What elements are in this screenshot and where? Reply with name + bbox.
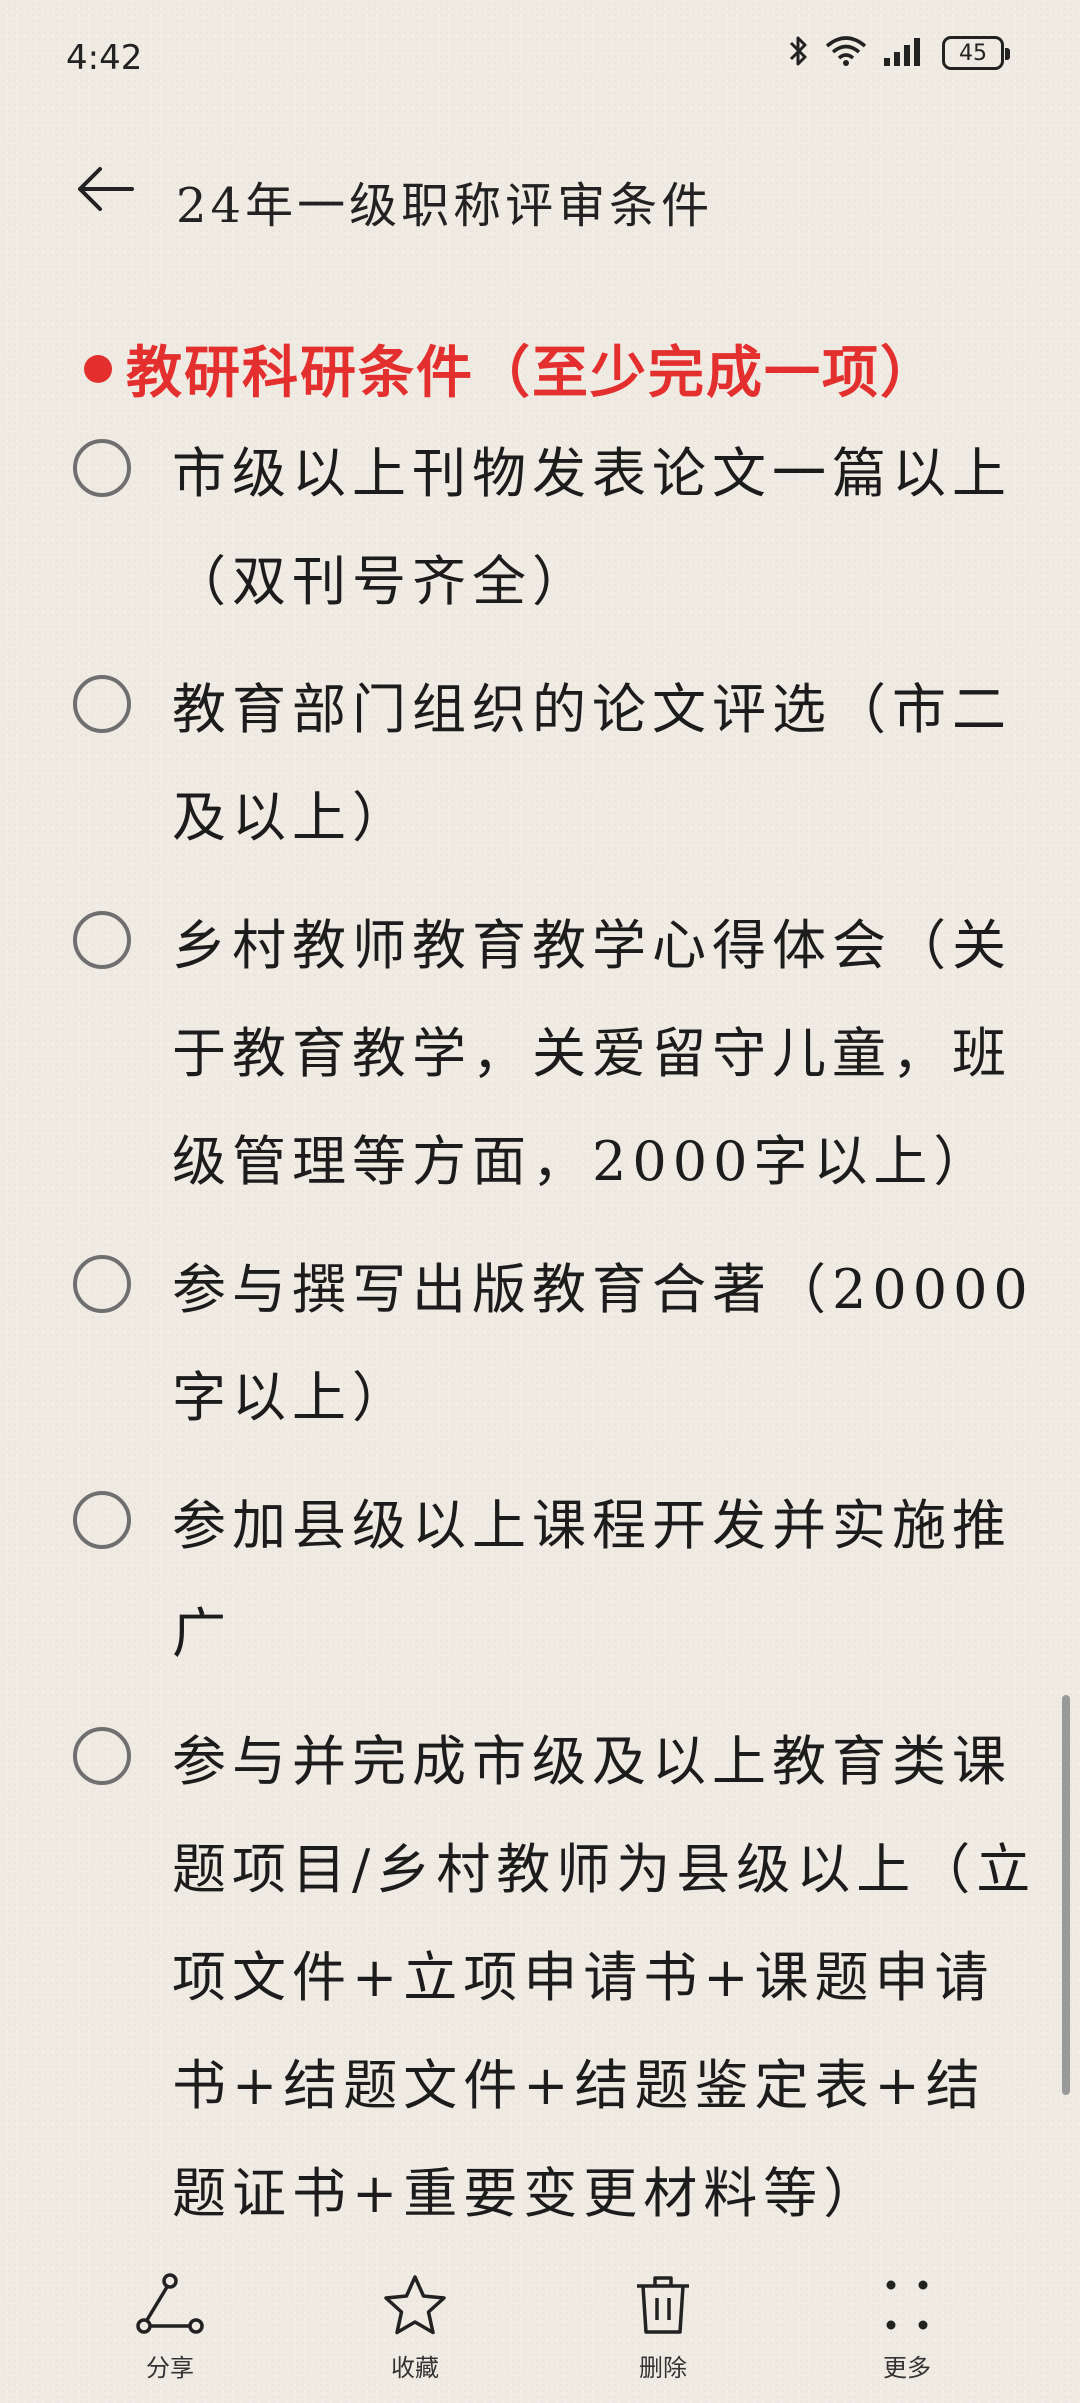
- todo-item: 教育部门组织的论文评选（市二及以上）: [0, 656, 1080, 872]
- trash-icon: [633, 2270, 693, 2340]
- more-button[interactable]: 更多: [827, 2270, 987, 2383]
- back-arrow-icon: [74, 163, 136, 219]
- section-heading: 教研科研条件（至少完成一项）: [84, 328, 938, 409]
- bottom-toolbar: 分享 收藏 删除 更多: [0, 2240, 1080, 2403]
- checkbox-circle-icon[interactable]: [73, 1491, 131, 1549]
- checkbox-circle-icon[interactable]: [73, 1255, 131, 1313]
- signal-icon: [882, 34, 928, 72]
- checkbox-circle-icon[interactable]: [73, 439, 131, 497]
- favorite-button[interactable]: 收藏: [335, 2270, 495, 2383]
- todo-text[interactable]: 参与撰写出版教育合著（20000字以上）: [172, 1236, 1040, 1452]
- todo-list: 市级以上刊物发表论文一篇以上（双刊号齐全） 教育部门组织的论文评选（市二及以上）…: [0, 420, 1080, 2268]
- todo-item: 市级以上刊物发表论文一篇以上（双刊号齐全）: [0, 420, 1080, 636]
- battery-level: 45: [959, 40, 987, 66]
- status-time: 4:42: [66, 38, 143, 78]
- favorite-label: 收藏: [391, 2354, 439, 2382]
- todo-text[interactable]: 参与并完成市级及以上教育类课题项目/乡村教师为县级以上（立项文件+立项申请书+课…: [172, 1708, 1040, 2248]
- checkbox-circle-icon[interactable]: [73, 675, 131, 733]
- delete-label: 删除: [639, 2354, 687, 2382]
- wifi-icon: [824, 34, 868, 72]
- header: 24年一级职称评审条件: [0, 150, 1080, 250]
- checkbox-circle-icon[interactable]: [73, 1727, 131, 1785]
- scrollbar[interactable]: [1062, 1695, 1070, 2095]
- checkbox-circle-icon[interactable]: [73, 911, 131, 969]
- todo-text[interactable]: 市级以上刊物发表论文一篇以上（双刊号齐全）: [172, 420, 1040, 636]
- more-label: 更多: [883, 2354, 931, 2382]
- share-icon: [135, 2270, 205, 2340]
- status-bar: 4:42 45: [0, 0, 1080, 110]
- todo-item: 参与撰写出版教育合著（20000字以上）: [0, 1236, 1080, 1452]
- bluetooth-icon: [788, 34, 810, 72]
- battery-icon: 45: [942, 36, 1010, 70]
- todo-text[interactable]: 教育部门组织的论文评选（市二及以上）: [172, 656, 1040, 872]
- more-icon: [881, 2270, 933, 2340]
- todo-text[interactable]: 参加县级以上课程开发并实施推广: [172, 1472, 1040, 1688]
- delete-button[interactable]: 删除: [583, 2270, 743, 2383]
- todo-item: 乡村教师教育教学心得体会（关于教育教学，关爱留守儿童，班级管理等方面，2000字…: [0, 892, 1080, 1216]
- red-dot-icon: [84, 354, 112, 383]
- back-button[interactable]: [70, 156, 140, 226]
- todo-item: 参加县级以上课程开发并实施推广: [0, 1472, 1080, 1688]
- share-label: 分享: [146, 2354, 194, 2382]
- share-button[interactable]: 分享: [90, 2270, 250, 2383]
- todo-item: 参与并完成市级及以上教育类课题项目/乡村教师为县级以上（立项文件+立项申请书+课…: [0, 1708, 1080, 2248]
- star-icon: [382, 2270, 448, 2340]
- status-icons: 45: [788, 34, 1010, 72]
- page-title: 24年一级职称评审条件: [176, 178, 714, 234]
- todo-text[interactable]: 乡村教师教育教学心得体会（关于教育教学，关爱留守儿童，班级管理等方面，2000字…: [172, 892, 1040, 1216]
- section-title: 教研科研条件（至少完成一项）: [126, 340, 938, 406]
